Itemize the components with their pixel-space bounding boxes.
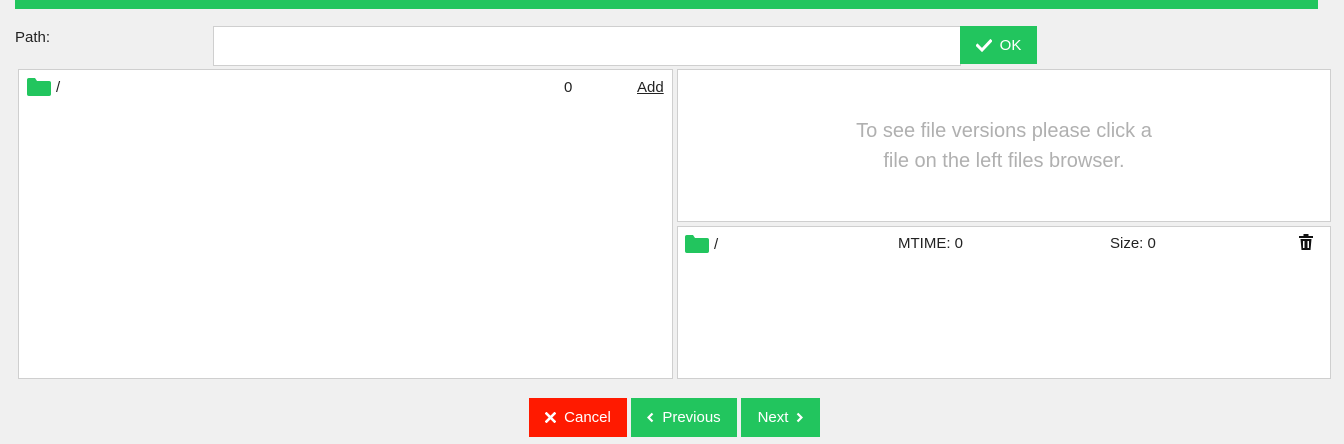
previous-button[interactable]: Previous (631, 398, 737, 437)
next-label: Next (757, 409, 789, 426)
ok-label: OK (999, 36, 1022, 54)
file-count: 0 (564, 79, 573, 96)
cancel-label: Cancel (564, 409, 611, 426)
add-link[interactable]: Add (637, 79, 664, 96)
chevron-right-icon (796, 412, 804, 423)
file-row[interactable]: / 0 Add (19, 70, 672, 106)
folder-icon (685, 235, 709, 253)
versions-list-panel: / MTIME: 0 Size: 0 (677, 226, 1331, 379)
versions-hint: To see file versions please click a file… (678, 116, 1330, 176)
versions-hint-panel: To see file versions please click a file… (677, 69, 1331, 222)
files-browser-panel: / 0 Add (18, 69, 673, 379)
folder-icon (27, 78, 51, 96)
close-icon (545, 412, 557, 423)
check-icon (975, 38, 992, 52)
ok-button[interactable]: OK (960, 26, 1037, 64)
version-mtime: MTIME: 0 (898, 235, 964, 252)
cancel-button[interactable]: Cancel (529, 398, 627, 437)
previous-label: Previous (662, 409, 721, 426)
version-size: Size: 0 (1110, 235, 1156, 252)
top-accent-bar (15, 0, 1318, 9)
path-input[interactable] (213, 26, 961, 66)
version-row[interactable]: / MTIME: 0 Size: 0 (678, 227, 1330, 263)
hint-line-2: file on the left files browser. (883, 150, 1125, 172)
trash-icon[interactable] (1299, 234, 1313, 254)
next-button[interactable]: Next (741, 398, 820, 437)
chevron-left-icon (647, 412, 654, 423)
path-label: Path: (15, 29, 51, 46)
hint-line-1: To see file versions please click a (856, 120, 1152, 142)
version-name: / (714, 236, 719, 253)
file-name[interactable]: / (56, 79, 60, 96)
